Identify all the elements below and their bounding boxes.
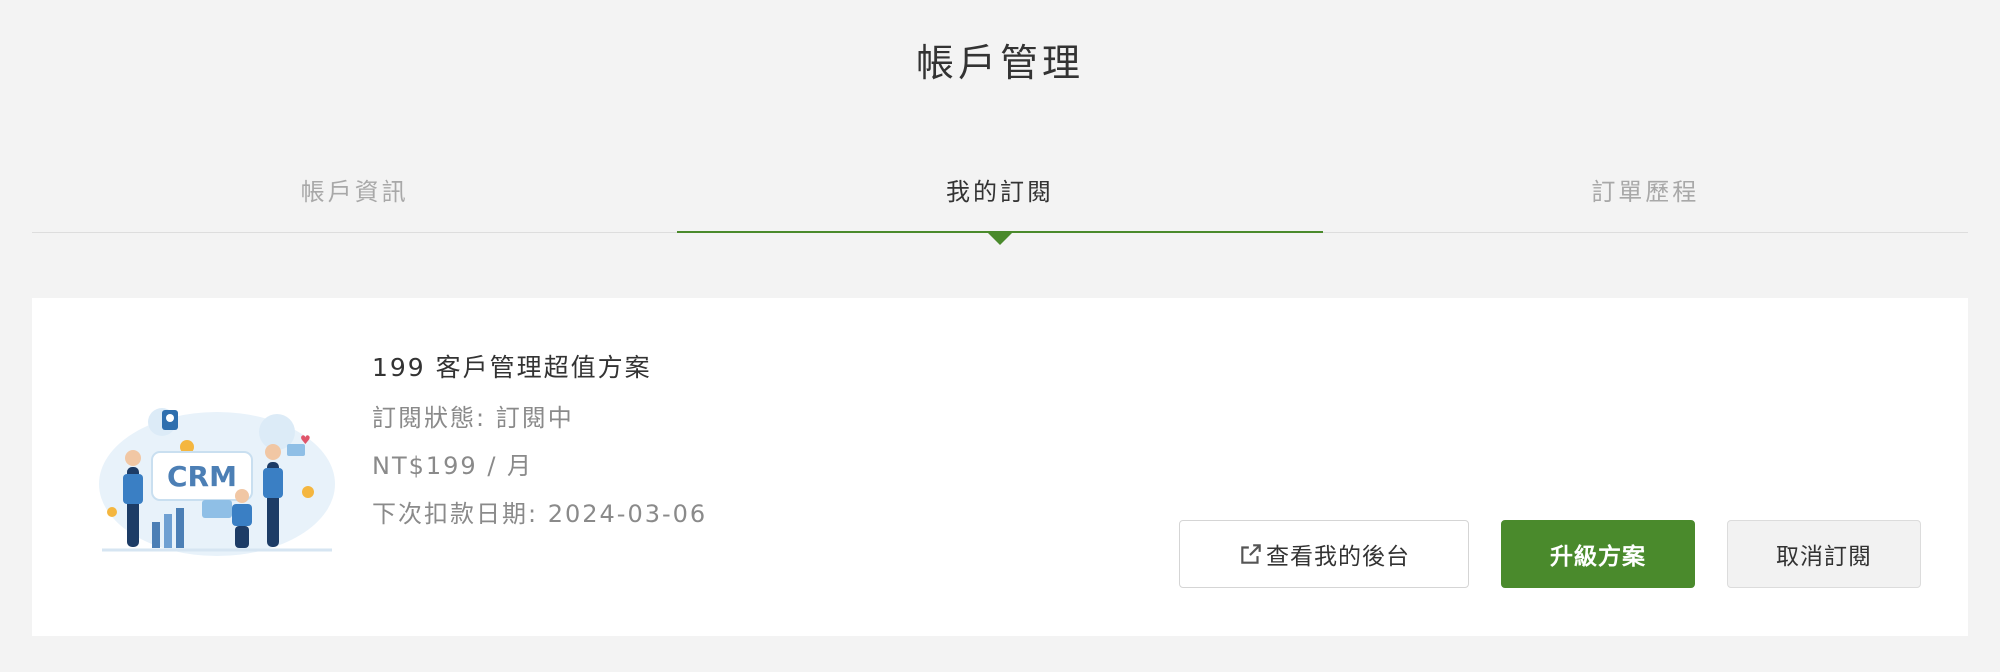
next-billing-date: 下次扣款日期: 2024-03-06: [372, 500, 708, 528]
active-tab-indicator: [987, 233, 1012, 245]
subscription-card: ♥ CRM 199 客戶管理超值方案 訂閱狀態: 訂閱中 NT$199 / 月 …: [32, 298, 1968, 636]
cancel-subscription-button[interactable]: 取消訂閱: [1727, 520, 1921, 588]
tab-bar: 帳戶資訊 我的訂閱 訂單歷程: [32, 162, 1968, 245]
page-title: 帳戶管理: [915, 41, 1084, 85]
view-dashboard-button[interactable]: 查看我的後台: [1179, 520, 1469, 588]
view-dashboard-label: 查看我的後台: [1266, 544, 1410, 570]
plan-info: 199 客戶管理超值方案 訂閱狀態: 訂閱中 NT$199 / 月 下次扣款日期…: [372, 348, 707, 542]
plan-price: NT$199 / 月: [372, 452, 534, 480]
svg-text:♥: ♥: [300, 433, 311, 447]
tab-my-subscription[interactable]: 我的訂閱: [677, 162, 1323, 245]
subscription-status: 訂閱狀態: 訂閱中: [372, 404, 574, 432]
external-link-icon: [1241, 544, 1261, 564]
plan-name: 199 客戶管理超值方案: [372, 353, 652, 382]
tab-order-history[interactable]: 訂單歷程: [1323, 162, 1968, 232]
illustration-crm-label: CRM: [167, 460, 237, 493]
crm-illustration: ♥ CRM: [99, 408, 335, 556]
upgrade-plan-button[interactable]: 升級方案: [1501, 520, 1695, 588]
tab-my-subscription-label: 我的訂閱: [945, 178, 1054, 206]
tab-account-info[interactable]: 帳戶資訊: [32, 162, 677, 232]
